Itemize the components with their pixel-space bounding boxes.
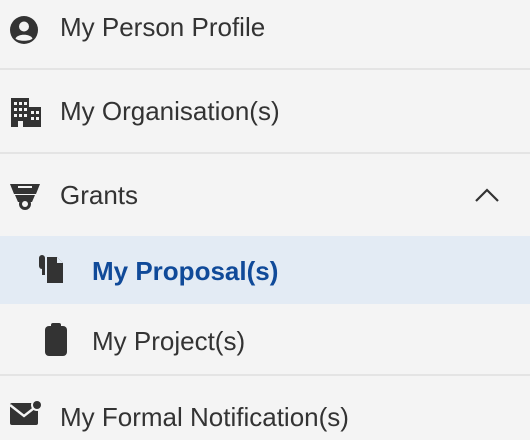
person-circle-icon [8, 14, 40, 46]
menu-item-my-proposals[interactable]: My Proposal(s) [0, 236, 530, 304]
side-menu: My Person Profile My Organisation(s) Gra… [0, 0, 530, 440]
clipboard-icon [42, 322, 70, 358]
documents-icon [36, 252, 70, 286]
chevron-up-icon[interactable] [474, 154, 500, 236]
menu-item-person-profile[interactable]: My Person Profile [0, 0, 530, 68]
menu-item-label: Grants [60, 180, 139, 210]
menu-item-organisation[interactable]: My Organisation(s) [0, 70, 530, 152]
grants-icon [8, 178, 42, 212]
menu-item-label: My Proposal(s) [92, 256, 279, 286]
mail-notification-icon [8, 398, 44, 428]
menu-item-grants[interactable]: Grants [0, 154, 530, 236]
menu-item-label: My Formal Notification(s) [60, 402, 349, 432]
menu-item-label: My Organisation(s) [60, 96, 280, 126]
menu-item-label: My Person Profile [60, 12, 266, 42]
building-icon [8, 94, 44, 130]
menu-item-my-projects[interactable]: My Project(s) [0, 304, 530, 374]
menu-item-formal-notifications[interactable]: My Formal Notification(s) [0, 376, 530, 440]
menu-item-label: My Project(s) [92, 326, 246, 356]
